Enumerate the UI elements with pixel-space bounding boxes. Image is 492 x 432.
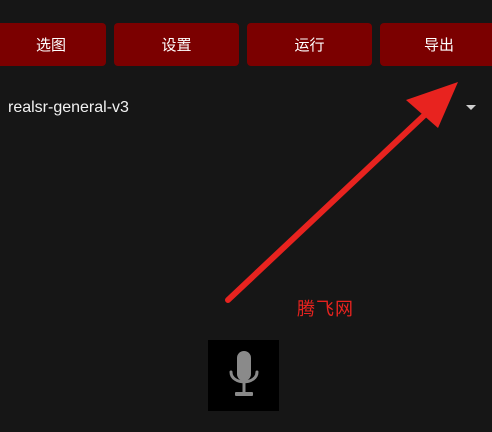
microphone-icon bbox=[229, 350, 258, 396]
watermark-text: 腾飞网 bbox=[297, 299, 354, 320]
chevron-down-icon[interactable] bbox=[466, 105, 476, 110]
export-button[interactable]: 导出 bbox=[380, 23, 492, 66]
run-button[interactable]: 运行 bbox=[247, 23, 372, 66]
model-dropdown[interactable]: realsr-general-v3 bbox=[8, 96, 484, 126]
select-image-button[interactable]: 选图 bbox=[0, 23, 106, 66]
mic-button[interactable] bbox=[208, 340, 279, 411]
model-dropdown-value: realsr-general-v3 bbox=[8, 99, 129, 116]
settings-button[interactable]: 设置 bbox=[114, 23, 239, 66]
